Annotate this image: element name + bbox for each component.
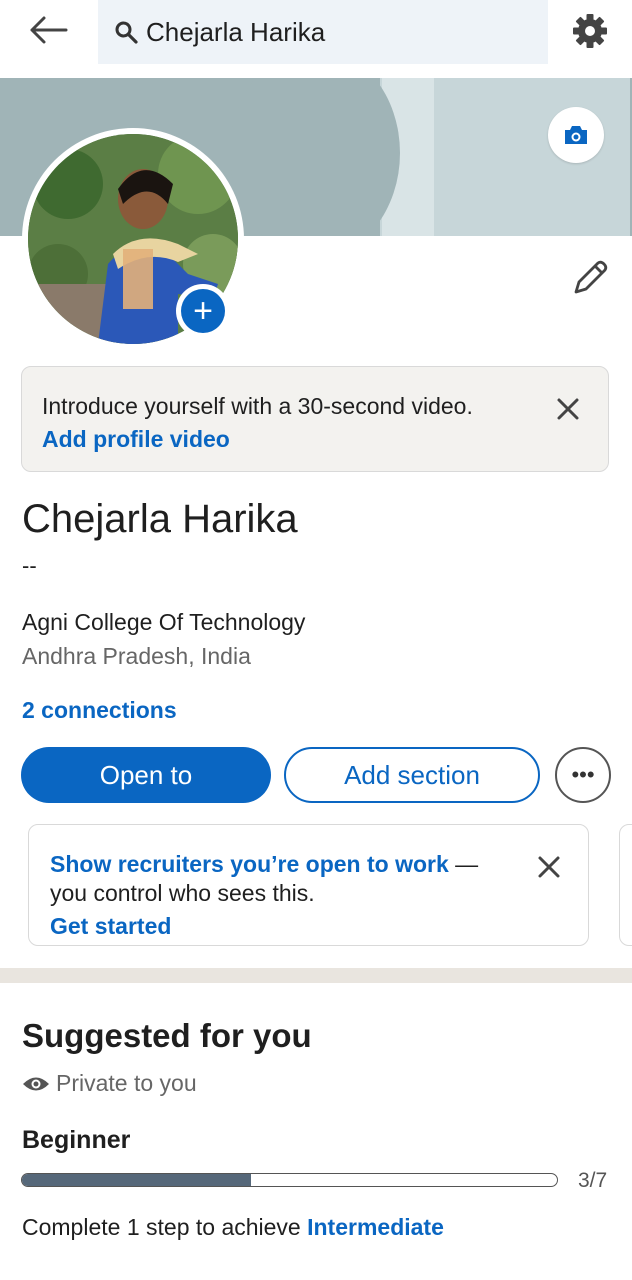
level-label: Beginner bbox=[22, 1126, 131, 1154]
next-card-peek[interactable] bbox=[619, 824, 632, 946]
complete-step-text: Complete 1 step to achieve Intermediate bbox=[22, 1214, 444, 1241]
open-to-work-highlight[interactable]: Show recruiters you’re open to work bbox=[50, 851, 449, 877]
open-to-work-text: Show recruiters you’re open to work — bbox=[50, 851, 478, 878]
profile-video-card: Introduce yourself with a 30-second vide… bbox=[21, 366, 609, 472]
profile-college[interactable]: Agni College Of Technology bbox=[22, 609, 305, 636]
search-bar[interactable]: Chejarla Harika bbox=[98, 0, 548, 64]
edit-profile-pencil-icon[interactable] bbox=[570, 258, 610, 298]
close-icon[interactable] bbox=[554, 395, 582, 428]
privacy-note: Private to you bbox=[22, 1070, 197, 1097]
add-story-button[interactable]: + bbox=[176, 284, 230, 338]
profile-name: Chejarla Harika bbox=[22, 497, 298, 541]
suggested-title: Suggested for you bbox=[22, 1017, 312, 1054]
open-to-work-dash: — bbox=[448, 851, 479, 877]
eye-icon bbox=[23, 1077, 49, 1090]
section-divider bbox=[0, 968, 632, 983]
close-icon[interactable] bbox=[535, 853, 563, 886]
open-to-button[interactable]: Open to bbox=[21, 747, 271, 803]
intermediate-link[interactable]: Intermediate bbox=[307, 1214, 444, 1240]
privacy-text: Private to you bbox=[56, 1070, 197, 1096]
search-input[interactable]: Chejarla Harika bbox=[146, 17, 325, 48]
complete-prefix: Complete 1 step to achieve bbox=[22, 1214, 308, 1240]
progress-bar bbox=[21, 1173, 558, 1187]
search-icon bbox=[115, 21, 138, 44]
top-bar: Chejarla Harika bbox=[0, 0, 632, 78]
profile-location: Andhra Pradesh, India bbox=[22, 643, 251, 669]
video-prompt-text: Introduce yourself with a 30-second vide… bbox=[42, 393, 473, 419]
progress-fill bbox=[22, 1174, 252, 1186]
progress-count: 3/7 bbox=[578, 1169, 608, 1192]
open-to-work-subtext: you control who sees this. bbox=[50, 880, 315, 906]
back-arrow-icon[interactable] bbox=[28, 14, 68, 46]
profile-headline: -- bbox=[22, 553, 37, 578]
gear-icon[interactable] bbox=[570, 11, 610, 51]
ellipsis-icon: ••• bbox=[571, 762, 595, 787]
edit-banner-button[interactable] bbox=[548, 107, 604, 163]
plus-icon: + bbox=[181, 289, 225, 333]
camera-icon bbox=[565, 126, 587, 144]
open-to-work-card: Show recruiters you’re open to work — yo… bbox=[28, 824, 589, 946]
connections-link[interactable]: 2 connections bbox=[22, 697, 177, 724]
get-started-link[interactable]: Get started bbox=[50, 913, 171, 940]
more-options-button[interactable]: ••• bbox=[555, 747, 611, 803]
add-section-button[interactable]: Add section bbox=[284, 747, 540, 803]
add-profile-video-link[interactable]: Add profile video bbox=[42, 426, 230, 453]
